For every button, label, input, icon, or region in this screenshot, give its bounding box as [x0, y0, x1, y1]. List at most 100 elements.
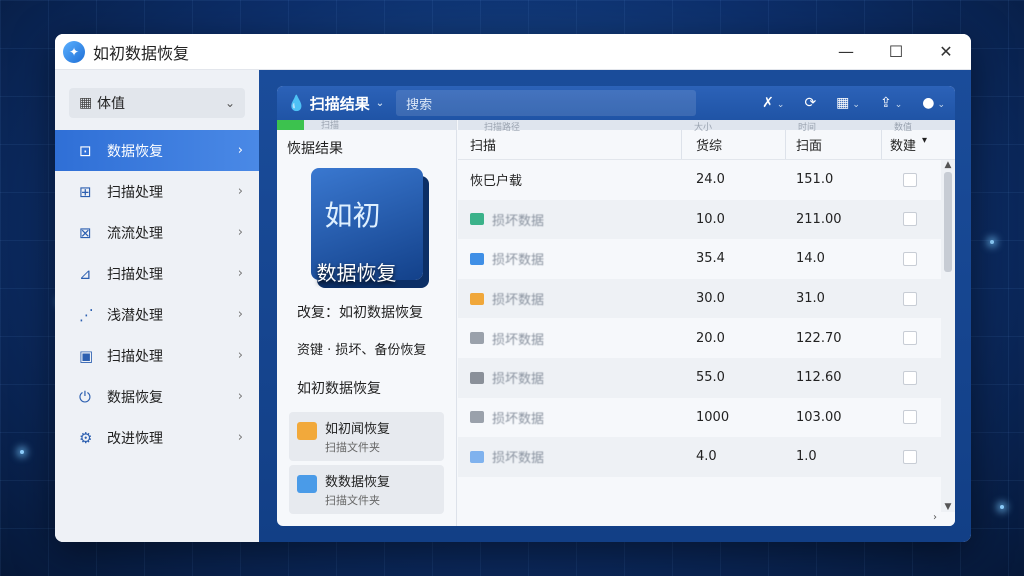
- table-row[interactable]: 损坏数据 20.0 122.70: [458, 318, 955, 358]
- file-name: 损坏数据: [492, 332, 545, 348]
- table-row[interactable]: 损坏数据 10.0 211.00: [458, 199, 955, 240]
- glow-dot: [20, 450, 24, 454]
- app-window: ✦ 如初数据恢复 — ☐ ✕ ▦ 体值 ⌄ ⊡ 数据恢复 › ⊞ 扫描处理 › ⊠ 流流处理 ›…: [55, 34, 971, 542]
- file-name: 损坏数据: [492, 451, 545, 467]
- share-icon-glyph: ⇪: [879, 95, 892, 111]
- column-header-select[interactable]: 数建 ▾: [882, 135, 938, 154]
- row-checkbox[interactable]: [903, 370, 917, 385]
- cell-size: 35.4: [696, 251, 725, 267]
- sidebar-item[interactable]: ⊠ 流流处理 ›: [55, 212, 259, 253]
- chevron-right-icon: ›: [237, 225, 243, 240]
- scrollbar-thumb[interactable]: [944, 172, 952, 272]
- cell-select: [882, 410, 938, 425]
- chevron-down-icon: ⌄: [937, 100, 945, 110]
- horizontal-scrollbar[interactable]: ›: [458, 512, 955, 526]
- close-button[interactable]: ✕: [921, 34, 971, 69]
- cell-name: 损坏数据: [458, 249, 682, 268]
- row-checkbox[interactable]: [903, 212, 917, 227]
- scan-summary-panel: 扫描 恢据结果 如初 数据恢复 改复：如初数据恢复 资键 · 损坏、备份恢复 如…: [277, 120, 457, 526]
- table-row[interactable]: 损坏数据 35.4 14.0: [458, 239, 955, 279]
- sidebar-item[interactable]: ⊞ 扫描处理 ›: [55, 171, 259, 212]
- row-checkbox[interactable]: [903, 449, 917, 464]
- window-controls: — ☐ ✕: [821, 34, 971, 69]
- recovery-card[interactable]: 数数据恢复 扫描文件夹: [289, 465, 444, 514]
- share-icon[interactable]: ⇪ ⌄: [880, 95, 902, 111]
- file-name: 损坏数据: [492, 411, 545, 427]
- summary-line-2: 资键 · 损坏、备份恢复: [297, 343, 427, 358]
- file-name: 损坏数据: [492, 253, 545, 269]
- ghost-header: 数值: [894, 123, 913, 133]
- recovery-card[interactable]: 如初闻恢复 扫描文件夹: [289, 412, 444, 461]
- sidebar-item[interactable]: ⋰ 浅潜处理 ›: [55, 294, 259, 335]
- cell-size: 20.0: [696, 330, 725, 346]
- row-checkbox[interactable]: [903, 251, 917, 266]
- table-body: 恢巳户载 24.0 151.0 损坏数据 10.0 211.00 损坏数据 35.4 14.0 损…: [458, 160, 955, 477]
- progress-label: 扫描: [321, 121, 340, 131]
- chevron-right-icon: ›: [237, 389, 243, 404]
- chevron-down-icon: ⌄: [224, 96, 235, 110]
- card-subtitle: 扫描文件夹: [325, 494, 380, 507]
- results-table: 扫描路径 大小 时间 数值 扫描 货综 扫面 数建 ▾ 恢巳户载 24.0 151.…: [458, 120, 955, 526]
- file-name: 损坏数据: [492, 213, 545, 229]
- table-row[interactable]: 损坏数据 55.0 112.60: [458, 357, 955, 398]
- product-logo-cube: 如初 数据恢复: [310, 168, 423, 285]
- chevron-down-icon: ⌄: [894, 100, 903, 110]
- file-icon: [470, 213, 484, 226]
- table-row[interactable]: 损坏数据 1000 103.00: [458, 398, 955, 438]
- cell-time: 122.70: [796, 330, 842, 346]
- grid-view-icon[interactable]: ▦ ⌄: [836, 95, 860, 111]
- row-checkbox[interactable]: [903, 410, 917, 425]
- view-select[interactable]: ▦ 体值 ⌄: [69, 88, 245, 118]
- cell-time: 14.0: [796, 251, 825, 267]
- main-area: 💧 扫描结果 ⌄ 搜索 ✗ ⌄ ⟳ ▦ ⌄ ⇪ ⌄ ● ⌄ 扫描 恢据结果 如初 数据恢复 改复…: [259, 70, 971, 542]
- sidebar-item-label: 数据恢复: [107, 389, 163, 406]
- column-header-size[interactable]: 货综: [682, 130, 786, 159]
- cell-select: [882, 212, 938, 227]
- chevron-right-icon: ›: [237, 307, 243, 322]
- card-title: 如初闻恢复: [325, 422, 391, 437]
- minimize-button[interactable]: —: [821, 34, 871, 69]
- sidebar-item[interactable]: ▣ 扫描处理 ›: [55, 335, 259, 376]
- app-title: 如初数据恢复: [93, 43, 190, 63]
- table-row[interactable]: 损坏数据 4.0 1.0: [458, 437, 955, 477]
- table-row[interactable]: 损坏数据 30.0 31.0: [458, 278, 955, 319]
- table-row[interactable]: 恢巳户载 24.0 151.0: [458, 160, 955, 200]
- results-title: 扫描结果: [309, 94, 370, 113]
- column-header-select-label: 数建: [890, 139, 917, 154]
- chevron-down-icon: ▾: [922, 135, 928, 146]
- row-checkbox[interactable]: [903, 291, 917, 306]
- scroll-down-icon[interactable]: ▼: [941, 502, 955, 512]
- results-title-dropdown[interactable]: 💧 扫描结果 ⌄: [287, 93, 384, 114]
- sidebar-item-label: 扫描处理: [107, 348, 163, 365]
- ghost-header: 大小: [694, 123, 713, 133]
- tools-icon[interactable]: ✗ ⌄: [762, 95, 784, 111]
- sidebar-item[interactable]: ⚙ 改进恢理 ›: [55, 417, 259, 458]
- scroll-right-icon[interactable]: ›: [933, 512, 937, 523]
- cell-size: 55.0: [696, 370, 725, 386]
- maximize-button[interactable]: ☐: [871, 34, 921, 69]
- chevron-right-icon: ›: [237, 348, 243, 363]
- search-input[interactable]: 搜索: [396, 90, 697, 116]
- file-name: 损坏数据: [492, 293, 545, 309]
- sidebar-item-label: 改进恢理: [107, 430, 163, 447]
- cell-name: 损坏数据: [458, 289, 682, 308]
- scroll-up-icon[interactable]: ▲: [941, 160, 955, 170]
- chevron-down-icon: ⌄: [375, 97, 385, 109]
- row-checkbox[interactable]: [903, 331, 917, 346]
- user-icon[interactable]: ● ⌄: [922, 95, 945, 111]
- file-icon: [470, 252, 484, 265]
- flow-icon: ⊠: [79, 223, 92, 242]
- row-checkbox[interactable]: [903, 172, 917, 187]
- sidebar-item[interactable]: ⏻ 数据恢复 ›: [55, 376, 259, 417]
- chart-icon: ⊿: [79, 264, 92, 283]
- column-header-name[interactable]: 扫描: [458, 130, 682, 159]
- cube-text-top: 如初: [324, 199, 381, 232]
- sidebar-item[interactable]: ⊿ 扫描处理 ›: [55, 253, 259, 294]
- cell-size: 4.0: [696, 449, 717, 465]
- sidebar-item[interactable]: ⊡ 数据恢复 ›: [55, 130, 259, 171]
- refresh-icon[interactable]: ⟳: [804, 95, 816, 111]
- vertical-scrollbar[interactable]: ▲ ▼: [941, 160, 955, 512]
- sidebar: ▦ 体值 ⌄ ⊡ 数据恢复 › ⊞ 扫描处理 › ⊠ 流流处理 › ⊿ 扫描处理 › ⋰ 浅潜处理 › ▣ 扫描…: [55, 70, 259, 542]
- file-icon: [470, 292, 484, 305]
- column-header-time[interactable]: 扫面: [786, 130, 882, 159]
